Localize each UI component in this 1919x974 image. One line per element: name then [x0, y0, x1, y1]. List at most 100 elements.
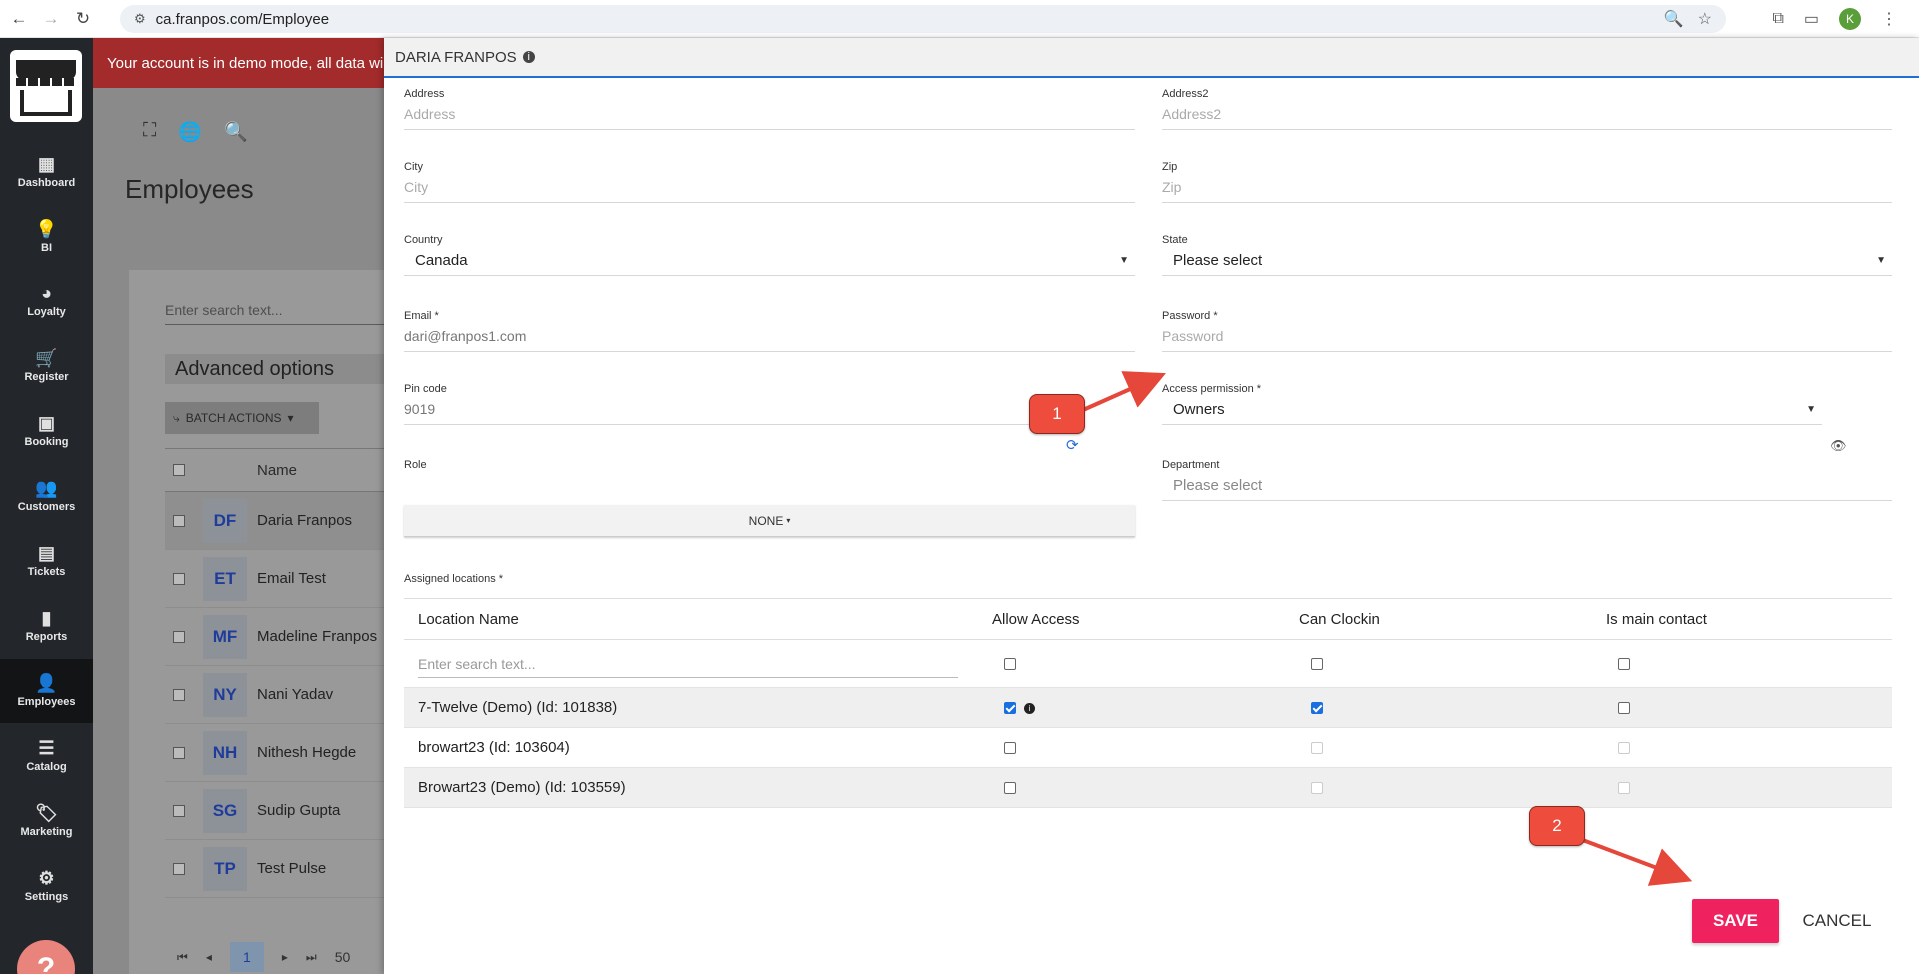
sidebar-item-register[interactable]: 🛒 Register	[0, 334, 93, 398]
search-icon[interactable]: 🔍	[224, 120, 248, 144]
row-checkbox[interactable]	[173, 688, 185, 701]
people-icon: 👥	[35, 478, 58, 498]
state-value: Please select	[1173, 252, 1263, 269]
sidebar: ▦ Dashboard 💡 BI ◕ Loyalty 🛒 Register ▣ Booking 👥 C…	[0, 38, 93, 974]
sidebar-item-employees[interactable]: 👤 Employees	[0, 659, 93, 723]
cancel-button[interactable]: CANCEL	[1793, 899, 1881, 943]
address-bar[interactable]: ⚙ ca.franpos.com/Employee 🔍 ☆	[120, 5, 1726, 33]
employee-search-input[interactable]: Enter search text...	[165, 302, 405, 325]
sidebar-item-settings[interactable]: ⚙ Settings	[0, 854, 93, 918]
reload-icon[interactable]: ↻	[70, 6, 96, 32]
role-label: Role	[404, 459, 427, 471]
can-clockin-checkbox[interactable]	[1311, 702, 1323, 715]
current-page[interactable]: 1	[229, 942, 264, 972]
access-permission-select[interactable]: Owners ▼	[1162, 401, 1822, 425]
sidebar-item-reports[interactable]: ▮ Reports	[0, 594, 93, 658]
country-select[interactable]: Canada ▼	[404, 252, 1135, 276]
info-icon[interactable]: i	[522, 51, 535, 63]
allow-access-checkbox[interactable]	[1004, 742, 1016, 755]
sidebar-item-marketing[interactable]: 🏷 Marketing	[0, 789, 93, 853]
row-checkbox[interactable]	[173, 746, 185, 759]
table-row[interactable]: NH Nithesh Hegde	[165, 724, 405, 782]
zip-input[interactable]: Zip	[1162, 179, 1892, 203]
bookmark-star-icon[interactable]: ☆	[1698, 9, 1712, 29]
name-column-header[interactable]: Name	[257, 462, 297, 479]
department-select[interactable]: Please select	[1162, 477, 1892, 501]
page-size[interactable]: 50	[335, 949, 351, 965]
table-row[interactable]: TP Test Pulse	[165, 840, 405, 898]
password-input[interactable]: Password	[1162, 328, 1892, 352]
row-checkbox[interactable]	[173, 804, 185, 817]
address2-label: Address2	[1162, 88, 1209, 100]
store-logo[interactable]	[10, 50, 82, 122]
zip-label: Zip	[1162, 161, 1178, 173]
password-label: Password *	[1162, 310, 1218, 322]
help-button[interactable]: ?	[17, 940, 75, 974]
employee-name[interactable]: Madeline Franpos	[257, 628, 377, 645]
row-checkbox[interactable]	[173, 572, 185, 585]
sidebar-item-catalog[interactable]: ☰ Catalog	[0, 724, 93, 788]
row-checkbox[interactable]	[173, 630, 185, 643]
address2-input[interactable]: Address2	[1162, 106, 1892, 130]
table-row[interactable]: ET Email Test	[165, 550, 405, 608]
advanced-options-toggle[interactable]: Advanced options	[165, 354, 405, 384]
pin-input[interactable]: 9019	[404, 401, 1062, 425]
location-search-input[interactable]: Enter search text...	[418, 656, 958, 678]
sidebar-item-booking[interactable]: ▣ Booking	[0, 399, 93, 463]
employee-name[interactable]: Daria Franpos	[257, 512, 352, 529]
access-permission-field: Access permission * Owners ▼	[1162, 383, 1822, 425]
allow-access-checkbox[interactable]	[1004, 782, 1016, 795]
extensions-icon[interactable]: ⧉	[1772, 10, 1783, 28]
site-info-icon[interactable]: ⚙	[134, 11, 146, 27]
sidebar-item-bi[interactable]: 💡 BI	[0, 205, 93, 269]
fullscreen-icon[interactable]: ⛶	[143, 120, 156, 144]
menu-dots-icon[interactable]: ⋮	[1881, 9, 1897, 29]
tag-icon: 🏷	[35, 803, 58, 823]
employee-name[interactable]: Test Pulse	[257, 860, 326, 877]
employee-name[interactable]: Nithesh Hegde	[257, 744, 356, 761]
table-row[interactable]: SG Sudip Gupta	[165, 782, 405, 840]
regenerate-pin-icon[interactable]: ⟳	[1066, 436, 1079, 454]
sidebar-item-customers[interactable]: 👥 Customers	[0, 464, 93, 528]
state-label: State	[1162, 234, 1188, 246]
forward-icon[interactable]: →	[38, 6, 64, 32]
cast-icon[interactable]: ▭	[1804, 9, 1819, 29]
country-label: Country	[404, 234, 443, 246]
main-contact-checkbox[interactable]	[1618, 702, 1630, 715]
globe-icon[interactable]: 🌐	[178, 120, 202, 144]
first-page-icon[interactable]: ⏮	[177, 950, 188, 965]
batch-actions-button[interactable]: ⤷ BATCH ACTIONS ▾	[165, 402, 319, 434]
can-clockin-all-checkbox[interactable]	[1311, 658, 1323, 671]
table-row[interactable]: DF Daria Franpos	[165, 492, 405, 550]
employee-name[interactable]: Email Test	[257, 570, 326, 587]
info-icon[interactable]: i	[1024, 702, 1035, 714]
select-all-checkbox[interactable]	[173, 464, 185, 476]
row-checkbox[interactable]	[173, 862, 185, 875]
profile-avatar[interactable]: K	[1839, 8, 1861, 30]
prev-page-icon[interactable]: ◂	[206, 950, 212, 964]
next-page-icon[interactable]: ▸	[282, 950, 288, 964]
last-page-icon[interactable]: ⏭	[306, 950, 317, 965]
employee-name[interactable]: Nani Yadav	[257, 686, 333, 703]
sidebar-item-loyalty[interactable]: ◕ Loyalty	[0, 269, 93, 333]
allow-access-all-checkbox[interactable]	[1004, 658, 1016, 671]
avatar: ET	[203, 556, 247, 601]
row-checkbox[interactable]	[173, 514, 185, 527]
zoom-icon[interactable]: 🔍	[1664, 9, 1684, 29]
table-row[interactable]: MF Madeline Franpos	[165, 608, 405, 666]
sidebar-item-tickets[interactable]: ▤ Tickets	[0, 529, 93, 593]
back-icon[interactable]: ←	[6, 6, 32, 32]
employee-name[interactable]: Sudip Gupta	[257, 802, 340, 819]
table-row[interactable]: NY Nani Yadav	[165, 666, 405, 724]
sidebar-item-dashboard[interactable]: ▦ Dashboard	[0, 140, 93, 204]
state-select[interactable]: Please select ▼	[1162, 252, 1892, 276]
allow-access-checkbox[interactable]	[1004, 702, 1016, 715]
city-input[interactable]: City	[404, 179, 1135, 203]
main-contact-all-checkbox[interactable]	[1618, 658, 1630, 671]
email-input[interactable]: dari@franpos1.com	[404, 328, 1135, 352]
address-input[interactable]: Address	[404, 106, 1135, 130]
eye-icon[interactable]: 👁	[1830, 438, 1847, 454]
save-button[interactable]: SAVE	[1692, 899, 1779, 943]
role-dropdown-button[interactable]: NONE ▾	[404, 505, 1135, 537]
email-field: Email * dari@franpos1.com	[404, 310, 1135, 352]
